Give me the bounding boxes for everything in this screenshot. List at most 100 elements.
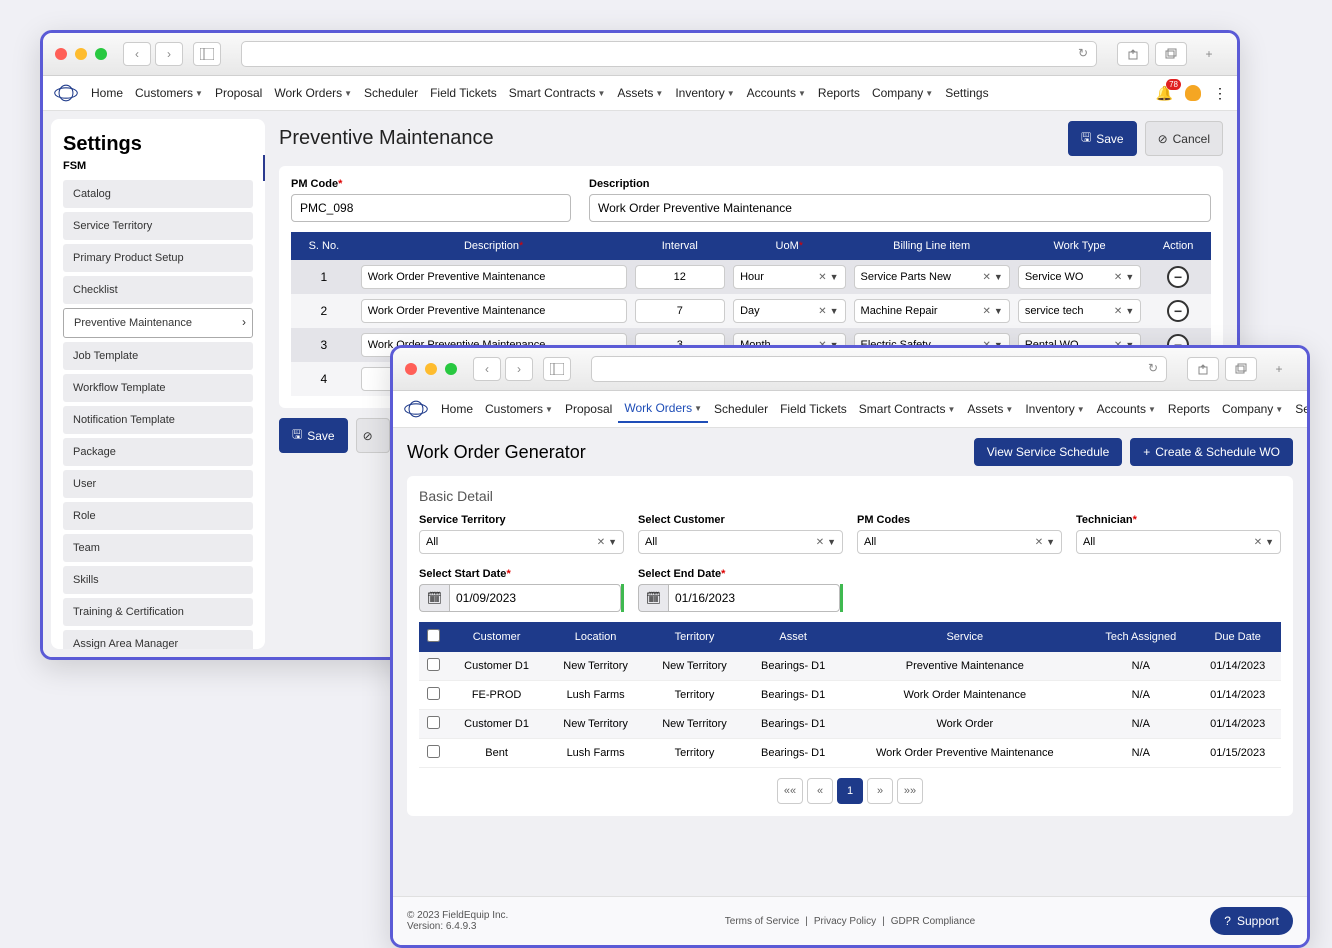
sidebar-item-skills[interactable]: Skills: [63, 566, 253, 594]
row-uom-select[interactable]: Day✕▼: [733, 299, 845, 323]
nav-customers[interactable]: Customers▼: [479, 395, 559, 423]
sidebar-item-assign-area-manager[interactable]: Assign Area Manager: [63, 630, 253, 649]
clear-icon[interactable]: ✕: [1254, 537, 1262, 548]
clear-icon[interactable]: ✕: [597, 537, 605, 548]
select-all-checkbox[interactable]: [427, 629, 440, 642]
user-avatar-icon[interactable]: [1185, 85, 1201, 101]
row-interval-input[interactable]: [635, 265, 726, 289]
sidebar-item-preventive-maintenance[interactable]: Preventive Maintenance: [63, 308, 253, 338]
customer-select[interactable]: All✕▼: [638, 530, 843, 554]
tabs-icon[interactable]: [1225, 357, 1257, 381]
cancel-button-bottom[interactable]: ⊘: [356, 418, 390, 453]
reload-icon[interactable]: ↻: [1148, 361, 1158, 375]
address-bar[interactable]: ↻: [591, 356, 1167, 382]
pm-codes-select[interactable]: All✕▼: [857, 530, 1062, 554]
maximize-window-icon[interactable]: [445, 363, 457, 375]
sidebar-toggle-icon[interactable]: [543, 357, 571, 381]
forward-button[interactable]: ›: [505, 357, 533, 381]
sidebar-toggle-icon[interactable]: [193, 42, 221, 66]
row-description-input[interactable]: [361, 265, 627, 289]
sidebar-item-job-template[interactable]: Job Template: [63, 342, 253, 370]
page-prev-button[interactable]: «: [807, 778, 833, 804]
nav-smart-contracts[interactable]: Smart Contracts▼: [503, 80, 612, 106]
nav-home[interactable]: Home: [85, 80, 129, 106]
close-window-icon[interactable]: [55, 48, 67, 60]
sidebar-item-training-certification[interactable]: Training & Certification: [63, 598, 253, 626]
clear-icon[interactable]: ✕: [818, 272, 826, 283]
save-button-bottom[interactable]: 🖫Save: [279, 418, 348, 453]
nav-home[interactable]: Home: [435, 395, 479, 423]
cancel-button[interactable]: ⊘Cancel: [1145, 121, 1223, 156]
nav-company[interactable]: Company▼: [866, 80, 939, 106]
row-interval-input[interactable]: [635, 299, 726, 323]
row-worktype-select[interactable]: Service WO✕▼: [1018, 265, 1141, 289]
nav-assets[interactable]: Assets▼: [611, 80, 669, 106]
row-checkbox[interactable]: [427, 687, 440, 700]
more-menu-icon[interactable]: ⋮: [1213, 85, 1227, 102]
nav-settings[interactable]: Settings: [1289, 395, 1310, 423]
service-territory-select[interactable]: All✕▼: [419, 530, 624, 554]
sidebar-item-user[interactable]: User: [63, 470, 253, 498]
nav-proposal[interactable]: Proposal: [559, 395, 618, 423]
clear-icon[interactable]: ✕: [983, 306, 991, 317]
nav-company[interactable]: Company▼: [1216, 395, 1289, 423]
row-billing-select[interactable]: Service Parts New✕▼: [854, 265, 1010, 289]
nav-field-tickets[interactable]: Field Tickets: [424, 80, 503, 106]
support-button[interactable]: ?Support: [1210, 907, 1293, 935]
nav-customers[interactable]: Customers▼: [129, 80, 209, 106]
tabs-icon[interactable]: [1155, 42, 1187, 66]
address-bar[interactable]: ↻: [241, 41, 1097, 67]
nav-accounts[interactable]: Accounts▼: [741, 80, 812, 106]
nav-work-orders[interactable]: Work Orders▼: [268, 80, 358, 106]
row-checkbox[interactable]: [427, 658, 440, 671]
share-icon[interactable]: [1187, 357, 1219, 381]
create-schedule-wo-button[interactable]: +Create & Schedule WO: [1130, 438, 1293, 466]
clear-icon[interactable]: ✕: [1035, 537, 1043, 548]
nav-work-orders[interactable]: Work Orders▼: [618, 395, 708, 423]
sidebar-item-workflow-template[interactable]: Workflow Template: [63, 374, 253, 402]
technician-select[interactable]: All✕▼: [1076, 530, 1281, 554]
clear-icon[interactable]: ✕: [1114, 306, 1122, 317]
clear-icon[interactable]: ✕: [1114, 272, 1122, 283]
clear-icon[interactable]: ✕: [818, 306, 826, 317]
remove-row-icon[interactable]: −: [1167, 266, 1189, 288]
collapse-sidebar-icon[interactable]: ‹: [263, 155, 265, 181]
maximize-window-icon[interactable]: [95, 48, 107, 60]
close-window-icon[interactable]: [405, 363, 417, 375]
sidebar-item-service-territory[interactable]: Service Territory: [63, 212, 253, 240]
minimize-window-icon[interactable]: [75, 48, 87, 60]
minimize-window-icon[interactable]: [425, 363, 437, 375]
footer-link-privacy-policy[interactable]: Privacy Policy: [814, 916, 876, 927]
calendar-icon[interactable]: 🗓: [419, 584, 449, 612]
sidebar-item-catalog[interactable]: Catalog: [63, 180, 253, 208]
nav-smart-contracts[interactable]: Smart Contracts▼: [853, 395, 962, 423]
calendar-icon[interactable]: 🗓: [638, 584, 668, 612]
row-description-input[interactable]: [361, 299, 627, 323]
row-worktype-select[interactable]: service tech✕▼: [1018, 299, 1141, 323]
share-icon[interactable]: [1117, 42, 1149, 66]
row-billing-select[interactable]: Machine Repair✕▼: [854, 299, 1010, 323]
clear-icon[interactable]: ✕: [983, 272, 991, 283]
row-checkbox[interactable]: [427, 716, 440, 729]
nav-scheduler[interactable]: Scheduler: [358, 80, 424, 106]
nav-field-tickets[interactable]: Field Tickets: [774, 395, 853, 423]
footer-link-gdpr-compliance[interactable]: GDPR Compliance: [891, 916, 975, 927]
sidebar-item-notification-template[interactable]: Notification Template: [63, 406, 253, 434]
notification-bell-icon[interactable]: 🔔78: [1156, 85, 1173, 102]
end-date-input[interactable]: [668, 584, 840, 612]
row-checkbox[interactable]: [427, 745, 440, 758]
nav-assets[interactable]: Assets▼: [961, 395, 1019, 423]
pm-code-input[interactable]: [291, 194, 571, 222]
sidebar-item-checklist[interactable]: Checklist: [63, 276, 253, 304]
logo-icon[interactable]: [53, 83, 79, 103]
page-next-button[interactable]: »: [867, 778, 893, 804]
nav-accounts[interactable]: Accounts▼: [1091, 395, 1162, 423]
footer-link-terms-of-service[interactable]: Terms of Service: [725, 916, 799, 927]
row-uom-select[interactable]: Hour✕▼: [733, 265, 845, 289]
sidebar-item-primary-product-setup[interactable]: Primary Product Setup: [63, 244, 253, 272]
nav-reports[interactable]: Reports: [1162, 395, 1216, 423]
page-first-button[interactable]: ««: [777, 778, 803, 804]
new-tab-icon[interactable]: +: [1263, 357, 1295, 381]
description-input[interactable]: [589, 194, 1211, 222]
nav-proposal[interactable]: Proposal: [209, 80, 268, 106]
